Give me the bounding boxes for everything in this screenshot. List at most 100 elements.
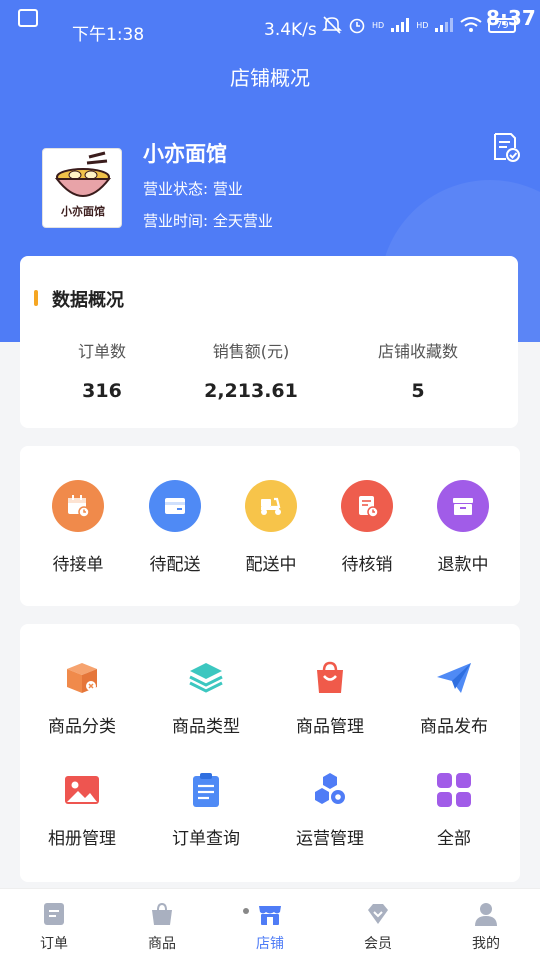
tool-icon-wrap (186, 770, 226, 810)
tool-operation-management[interactable]: 运营管理 (275, 770, 385, 849)
tool-order-query[interactable]: 订单查询 (151, 770, 261, 849)
tool-goods-category[interactable]: 商品分类 (27, 658, 137, 737)
grid-icon (437, 773, 471, 807)
tab-indicator-dot (243, 908, 249, 914)
user-icon (475, 903, 497, 926)
tool-album-management[interactable]: 相册管理 (27, 770, 137, 849)
tool-label: 全部 (437, 829, 471, 849)
order-icon (44, 903, 64, 925)
signal-icon (391, 18, 410, 32)
layers-icon (189, 663, 223, 693)
order-status-card: 待接单 待配送 配送中 待核销 退款中 (20, 446, 520, 606)
scooter-icon (261, 497, 281, 515)
tool-icon-wrap (62, 658, 102, 698)
noodle-bowl-icon (54, 151, 112, 197)
clipboard-icon (193, 773, 219, 807)
tool-icon-wrap (434, 658, 474, 698)
stat-value: 316 (82, 380, 122, 402)
order-pending-accept[interactable]: 待接单 (33, 480, 123, 575)
stat-value: 5 (411, 380, 425, 402)
section-accent-bar (34, 290, 38, 306)
stats-card: 数据概况 订单数 316 销售额(元) 2,213.61 店铺收藏数 5 (20, 256, 518, 428)
mute-icon (322, 16, 342, 34)
gallery-icon (18, 9, 38, 27)
stats-title: 数据概况 (52, 290, 124, 311)
tool-icon-wrap (186, 658, 226, 698)
order-label: 待接单 (52, 555, 104, 575)
card-icon (165, 498, 185, 514)
tab-label: 我的 (472, 936, 500, 952)
tab-label: 商品 (148, 936, 176, 952)
hd-label: HD (372, 20, 385, 30)
order-label: 待核销 (341, 555, 393, 575)
tab-icon-wrap (149, 901, 175, 927)
alarm-icon (349, 18, 365, 34)
tab-orders[interactable]: 订单 (14, 901, 94, 953)
tool-label: 运营管理 (296, 829, 364, 849)
order-pending-delivery[interactable]: 待配送 (130, 480, 220, 575)
shopping-bag-icon (317, 661, 343, 693)
tool-label: 商品类型 (172, 717, 240, 737)
tab-icon-wrap (257, 901, 283, 927)
tab-icon-wrap (365, 901, 391, 927)
tool-label: 相册管理 (48, 829, 116, 849)
tool-icon-wrap (310, 770, 350, 810)
clock: 8:37 (486, 6, 536, 30)
store-hours: 营业时间: 全天营业 (143, 212, 273, 230)
tab-label: 会员 (364, 936, 392, 952)
stat-label: 店铺收藏数 (377, 342, 458, 361)
package-icon (67, 663, 97, 693)
stat-favorites[interactable]: 店铺收藏数 5 (366, 338, 470, 402)
order-icon-circle (341, 480, 393, 532)
tools-card: 商品分类 商品类型 商品管理 商品发布 相册管理 订单查询 运营管理 全部 (20, 624, 520, 882)
tool-label: 商品分类 (48, 717, 116, 737)
tool-icon-wrap (62, 770, 102, 810)
order-refunding[interactable]: 退款中 (418, 480, 508, 575)
stat-label: 销售额(元) (212, 342, 290, 361)
hd-label-2: HD (416, 20, 429, 30)
document-check-icon[interactable] (492, 132, 520, 162)
diamond-icon (368, 904, 388, 924)
status-time: 下午1:38 (72, 25, 145, 45)
tab-goods[interactable]: 商品 (122, 901, 202, 953)
tab-icon-wrap (41, 901, 67, 927)
tool-goods-type[interactable]: 商品类型 (151, 658, 261, 737)
signal-icon-2 (435, 18, 454, 32)
tab-mine[interactable]: 我的 (446, 901, 526, 953)
bag-icon (152, 902, 172, 925)
network-speed: 3.4K/s (264, 20, 317, 40)
order-icon-circle (437, 480, 489, 532)
stat-sales[interactable]: 销售额(元) 2,213.61 (196, 338, 306, 402)
tool-all[interactable]: 全部 (399, 770, 509, 849)
tab-store[interactable]: 店铺 (230, 901, 310, 953)
store-logo-text: 小亦面馆 (61, 205, 105, 218)
tool-label: 商品发布 (420, 717, 488, 737)
order-icon-circle (245, 480, 297, 532)
store-name: 小亦面馆 (143, 142, 227, 166)
order-label: 待配送 (149, 555, 201, 575)
tool-goods-publish[interactable]: 商品发布 (399, 658, 509, 737)
hexagon-gear-icon (315, 773, 345, 804)
tab-label: 订单 (40, 936, 68, 952)
stat-order-count[interactable]: 订单数 316 (66, 338, 138, 402)
tool-label: 订单查询 (172, 829, 240, 849)
calendar-clock-icon (68, 495, 90, 518)
order-label: 退款中 (437, 555, 489, 575)
store-logo[interactable]: 小亦面馆 (42, 148, 122, 228)
stat-value: 2,213.61 (204, 380, 298, 402)
tab-members[interactable]: 会员 (338, 901, 418, 953)
paper-plane-icon (437, 663, 471, 693)
tool-goods-management[interactable]: 商品管理 (275, 658, 385, 737)
order-pending-verify[interactable]: 待核销 (322, 480, 412, 575)
store-status: 营业状态: 营业 (143, 180, 243, 198)
order-label: 配送中 (245, 555, 297, 575)
bottom-tab-bar: 订单 商品 店铺 会员 我的 (0, 888, 540, 960)
order-icon-circle (149, 480, 201, 532)
document-clock-icon (359, 496, 379, 518)
stat-label: 订单数 (77, 342, 126, 361)
image-icon (65, 776, 99, 804)
order-icon-circle (52, 480, 104, 532)
tab-icon-wrap (473, 901, 499, 927)
order-delivering[interactable]: 配送中 (226, 480, 316, 575)
tool-label: 商品管理 (296, 717, 364, 737)
